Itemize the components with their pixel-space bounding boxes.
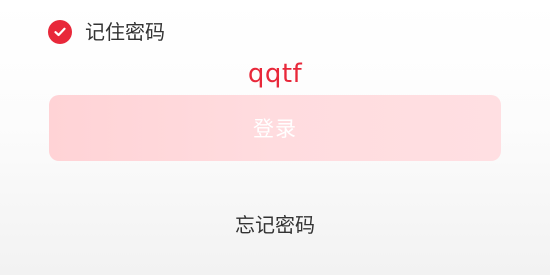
forgot-password-link[interactable]: 忘记密码: [0, 211, 550, 239]
check-circle-icon[interactable]: [48, 20, 72, 44]
remember-password-checkbox[interactable]: 记住密码: [48, 19, 165, 45]
remember-password-label: 记住密码: [85, 20, 165, 44]
login-button[interactable]: 登录: [49, 95, 501, 161]
captcha-code[interactable]: qqtf: [0, 57, 550, 91]
